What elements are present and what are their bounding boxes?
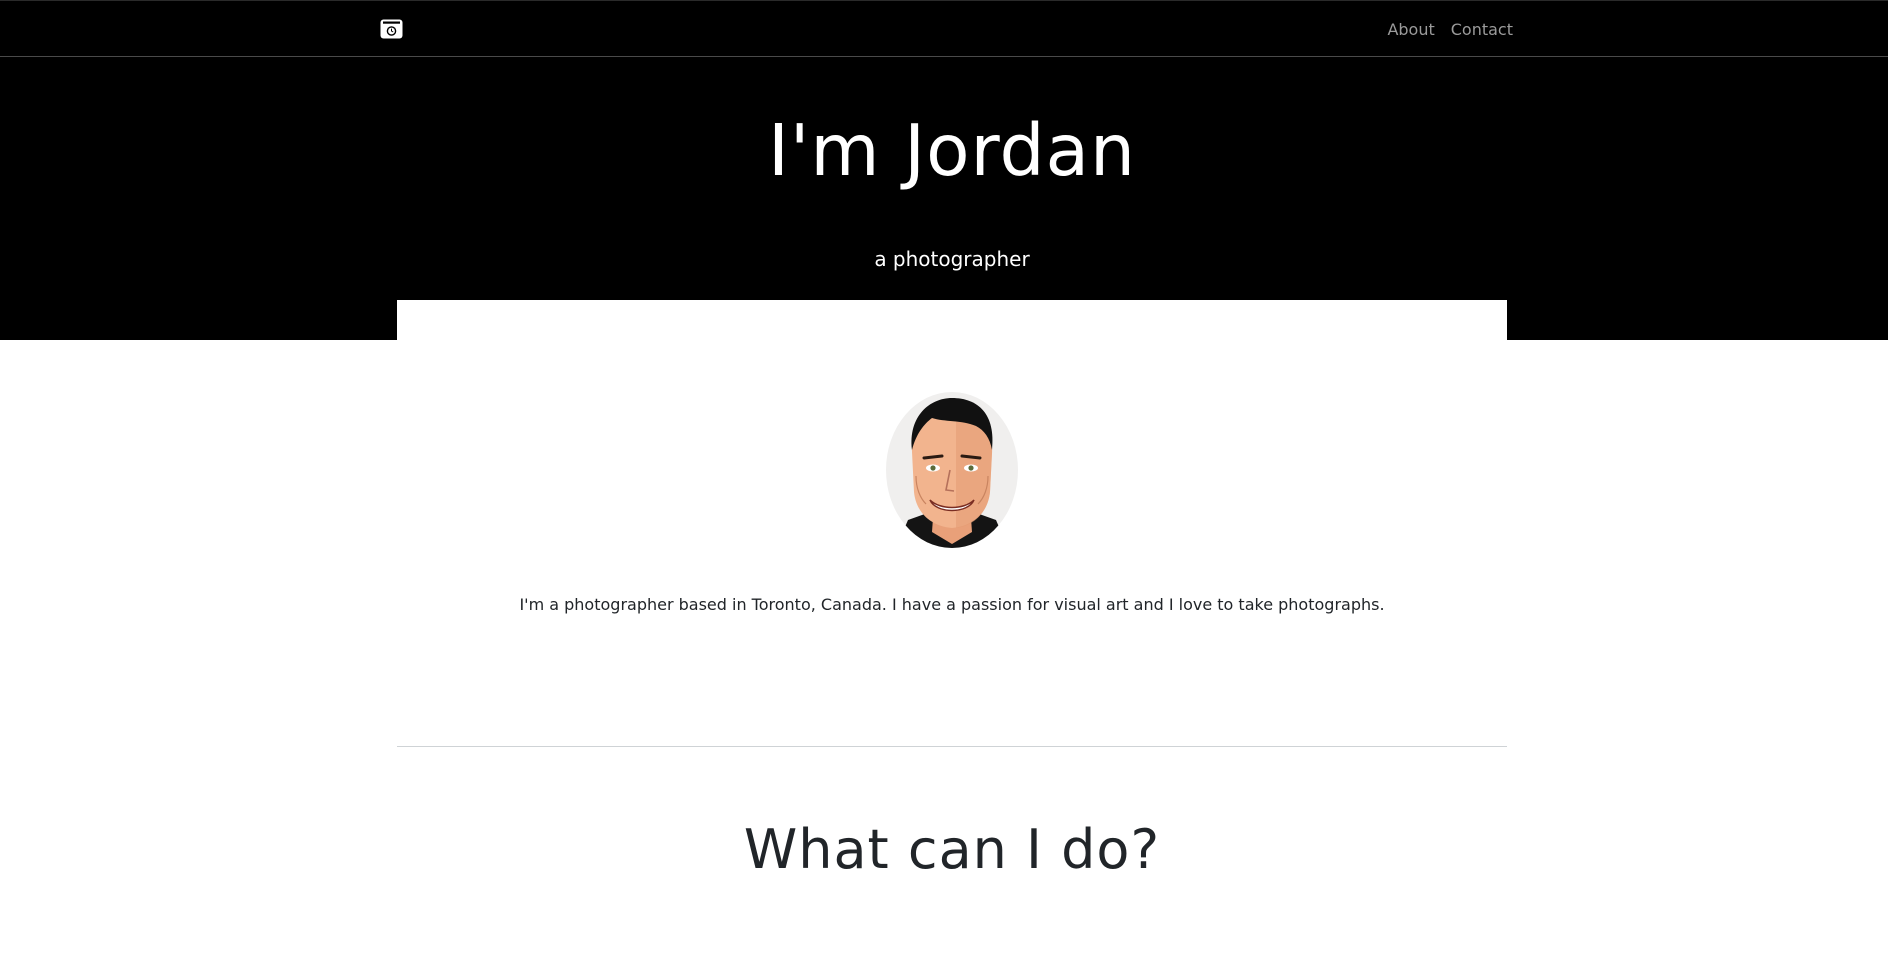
section-divider <box>397 746 1507 747</box>
about-text: I'm a photographer based in Toronto, Can… <box>519 595 1385 614</box>
about-card: I'm a photographer based in Toronto, Can… <box>397 300 1507 962</box>
nav-links: About Contact <box>1387 20 1513 40</box>
nav-link-contact[interactable]: Contact <box>1451 20 1513 40</box>
hero-banner: I'm Jordan a photographer <box>0 57 1888 340</box>
hero-subtitle: a photographer <box>874 247 1030 271</box>
hero-title: I'm Jordan <box>767 109 1137 192</box>
avatar <box>886 392 1018 548</box>
nav-link-about[interactable]: About <box>1387 20 1434 40</box>
services-title: What can I do? <box>743 818 1161 881</box>
top-navbar: About Contact <box>0 0 1888 57</box>
camera-icon[interactable] <box>380 19 403 39</box>
